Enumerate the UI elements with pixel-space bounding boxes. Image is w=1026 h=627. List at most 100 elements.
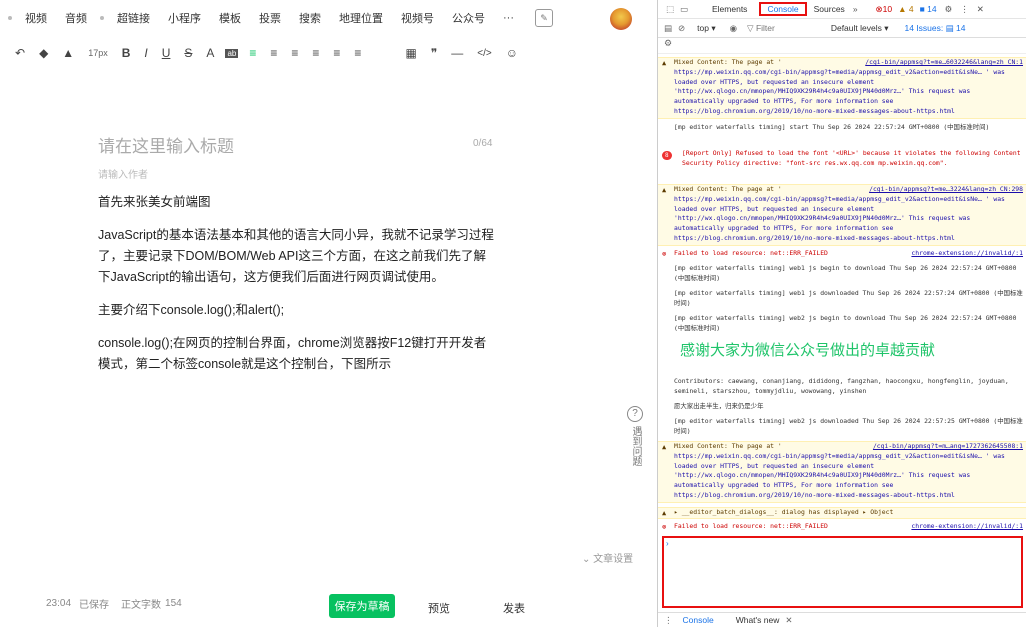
menu-video[interactable]: 视频 <box>16 10 56 26</box>
clear-format-icon[interactable]: ▲ <box>55 46 81 60</box>
warning-count-badge[interactable]: ▲ 4 <box>898 4 914 14</box>
save-draft-button[interactable]: 保存为草稿 <box>329 594 395 618</box>
console-input[interactable]: › <box>662 536 1023 608</box>
message-detail: https://mp.weixin.qq.com/cgi-bin/appmsg?… <box>674 194 1005 242</box>
gear-icon[interactable]: ⚙ <box>664 38 672 48</box>
console-message-error: ⊗ Failed to load resource: net::ERR_FAIL… <box>658 522 1026 534</box>
message-text: 愿大家出走半生，归来仍是少年 <box>674 402 764 410</box>
preview-button[interactable]: 预览 <box>428 600 450 616</box>
menu-official-account[interactable]: 公众号 <box>443 10 494 26</box>
article-body[interactable]: 首先来张美女前端图 JavaScript的基本语法基本和其他的语言大同小异，我就… <box>98 192 498 387</box>
sidebar-toggle-icon[interactable]: ▤ <box>664 23 672 34</box>
filter-input[interactable]: ▽ Filter <box>747 23 775 34</box>
menu-audio[interactable]: 音频 <box>56 10 96 26</box>
source-link[interactable]: chrome-extension://invalid/:1 <box>911 249 1023 259</box>
tab-console[interactable]: Console <box>759 2 807 16</box>
context-select[interactable]: top ▾ <box>697 23 715 34</box>
prompt-caret-icon: › <box>666 539 669 548</box>
console-message-log: Contributors: caewang, conanjiang, didid… <box>658 377 1026 399</box>
menu-mini-program[interactable]: 小程序 <box>159 10 210 26</box>
source-link[interactable]: /cgi-bin/appmsg?t=me…3224&lang=zh_CN:298 <box>869 185 1023 195</box>
menu-hyperlink[interactable]: 超链接 <box>108 10 159 26</box>
inspect-icon[interactable]: ⬚ <box>664 4 676 15</box>
source-link[interactable]: chrome-extension://invalid/:1 <box>911 522 1023 532</box>
kebab-menu-icon[interactable]: ⋮ <box>664 615 673 626</box>
console-message-log: 愿大家出走半生，归来仍是少年 <box>658 402 1026 414</box>
tab-sources[interactable]: Sources <box>814 4 845 14</box>
notepad-icon[interactable]: ✎ <box>535 9 553 27</box>
menu-search[interactable]: 搜索 <box>290 10 330 26</box>
menu-channels[interactable]: 视频号 <box>392 10 443 26</box>
font-size-select[interactable]: 17px <box>81 48 115 58</box>
message-text: [mp editor waterfalls timing] start Thu … <box>674 123 990 131</box>
console-message-warning: ▲ Mixed Content: The page at ' /cgi-bin/a… <box>658 184 1026 246</box>
table-button[interactable]: ▦ <box>398 46 423 60</box>
close-icon[interactable]: ✕ <box>977 4 984 15</box>
drawer-tab-bar: ⋮ Console What's new ✕ <box>658 612 1026 627</box>
source-link[interactable]: /cgi-bin/appmsg?t=me…6032246&lang=zh_CN:… <box>865 58 1023 68</box>
source-link[interactable]: /cgi-bin/appmsg?t=m…ang=1727362645508:1 <box>873 442 1023 452</box>
help-button[interactable]: ? 遇到问题 <box>626 406 644 466</box>
console-message-log: [mp editor waterfalls timing] web1 js do… <box>658 289 1026 311</box>
eye-icon[interactable]: ◉ <box>730 23 737 34</box>
title-char-count: 0/64 <box>473 138 493 149</box>
format-painter-icon[interactable]: ◆ <box>32 46 55 60</box>
bold-button[interactable]: B <box>115 46 138 60</box>
avatar[interactable] <box>610 8 632 30</box>
article-settings-toggle[interactable]: ⌄ 文章设置 <box>582 550 633 565</box>
font-color-button[interactable]: A <box>199 46 221 60</box>
undo-icon[interactable]: ↶ <box>8 46 32 60</box>
body-paragraph: 主要介绍下console.log();和alert(); <box>98 303 285 317</box>
menu-vote[interactable]: 投票 <box>250 10 290 26</box>
save-status: 已保存 <box>79 600 110 611</box>
filter-icon: ▽ <box>747 22 756 33</box>
italic-button[interactable]: I <box>137 46 154 60</box>
kebab-menu-icon[interactable]: ⋮ <box>960 4 969 15</box>
emoji-button[interactable]: ☺ <box>499 46 525 60</box>
gear-icon[interactable]: ⚙ <box>945 4 953 15</box>
console-message-log: [mp editor waterfalls timing] start Thu … <box>658 123 1026 145</box>
body-paragraph: JavaScript的基本语法基本和其他的语言大同小异，我就不记录学习过程了，主… <box>98 228 494 284</box>
close-icon[interactable]: ✕ <box>785 615 792 626</box>
menu-location[interactable]: 地理位置 <box>330 10 392 26</box>
error-count-badge[interactable]: ⊗ 10 <box>876 4 893 15</box>
underline-button[interactable]: U <box>155 46 178 60</box>
align-center-button[interactable]: ≡ <box>263 46 284 60</box>
console-filter-bar: ▤ ⊘ top ▾ ◉ ▽ Filter Default levels ▾ 14… <box>658 18 1026 38</box>
devtools-tab-bar: ⬚ ▭ Elements Console Sources » ⊗ 10 ▲ 4 … <box>658 0 1026 18</box>
drawer-tab-whats-new[interactable]: What's new <box>736 615 780 625</box>
status-footer: 23:04 已保存 正文字数 154 <box>46 596 190 611</box>
divider-button[interactable]: — <box>444 46 470 60</box>
menu-template[interactable]: 模板 <box>210 10 250 26</box>
publish-button[interactable]: 发表 <box>503 600 525 616</box>
title-input[interactable]: 请在这里输入标题 <box>98 132 498 157</box>
device-toolbar-icon[interactable]: ▭ <box>678 4 690 15</box>
format-toolbar: ↶ ◆ ▲ 17px B I U S A ab ≡ ≡ ≡ ≡ ≡ ≡ ▦ ❞ … <box>0 40 657 66</box>
levels-select[interactable]: Default levels ▾ <box>831 23 889 34</box>
drawer-tab-console[interactable]: Console <box>683 615 714 625</box>
console-message-log: [mp editor waterfalls timing] web2 js be… <box>658 314 1026 336</box>
warning-icon: ▲ <box>662 509 667 517</box>
author-input[interactable]: 请输入作者 <box>98 166 148 181</box>
line-spacing-button[interactable]: ≡ <box>305 46 326 60</box>
error-icon: ⊗ <box>875 3 883 14</box>
message-text: [mp editor waterfalls timing] web1 js do… <box>674 289 1023 307</box>
issues-button[interactable]: 14 Issues: ▤ 14 <box>904 23 965 34</box>
message-text[interactable]: ▸ __editor_batch_dialogs__: dialog has d… <box>674 508 893 516</box>
save-time: 23:04 <box>46 598 72 609</box>
quote-button[interactable]: ❞ <box>424 46 444 60</box>
strikethrough-button[interactable]: S <box>177 46 199 60</box>
paragraph-spacing-button[interactable]: ≡ <box>326 46 347 60</box>
align-left-button[interactable]: ≡ <box>242 46 263 60</box>
menu-more[interactable]: ··· <box>494 12 523 24</box>
info-count-badge[interactable]: ■ 14 <box>920 4 937 14</box>
tab-elements[interactable]: Elements <box>712 4 747 14</box>
more-tabs-icon[interactable]: » <box>853 4 858 14</box>
background-color-button[interactable]: ab <box>225 48 239 58</box>
list-button[interactable]: ≡ <box>347 46 368 60</box>
console-message-error: 8 [Report Only] Refused to load the font… <box>658 149 1026 181</box>
code-button[interactable]: </> <box>470 48 498 59</box>
dot-icon <box>8 16 12 20</box>
clear-console-icon[interactable]: ⊘ <box>678 23 685 34</box>
indent-button[interactable]: ≡ <box>284 46 305 60</box>
